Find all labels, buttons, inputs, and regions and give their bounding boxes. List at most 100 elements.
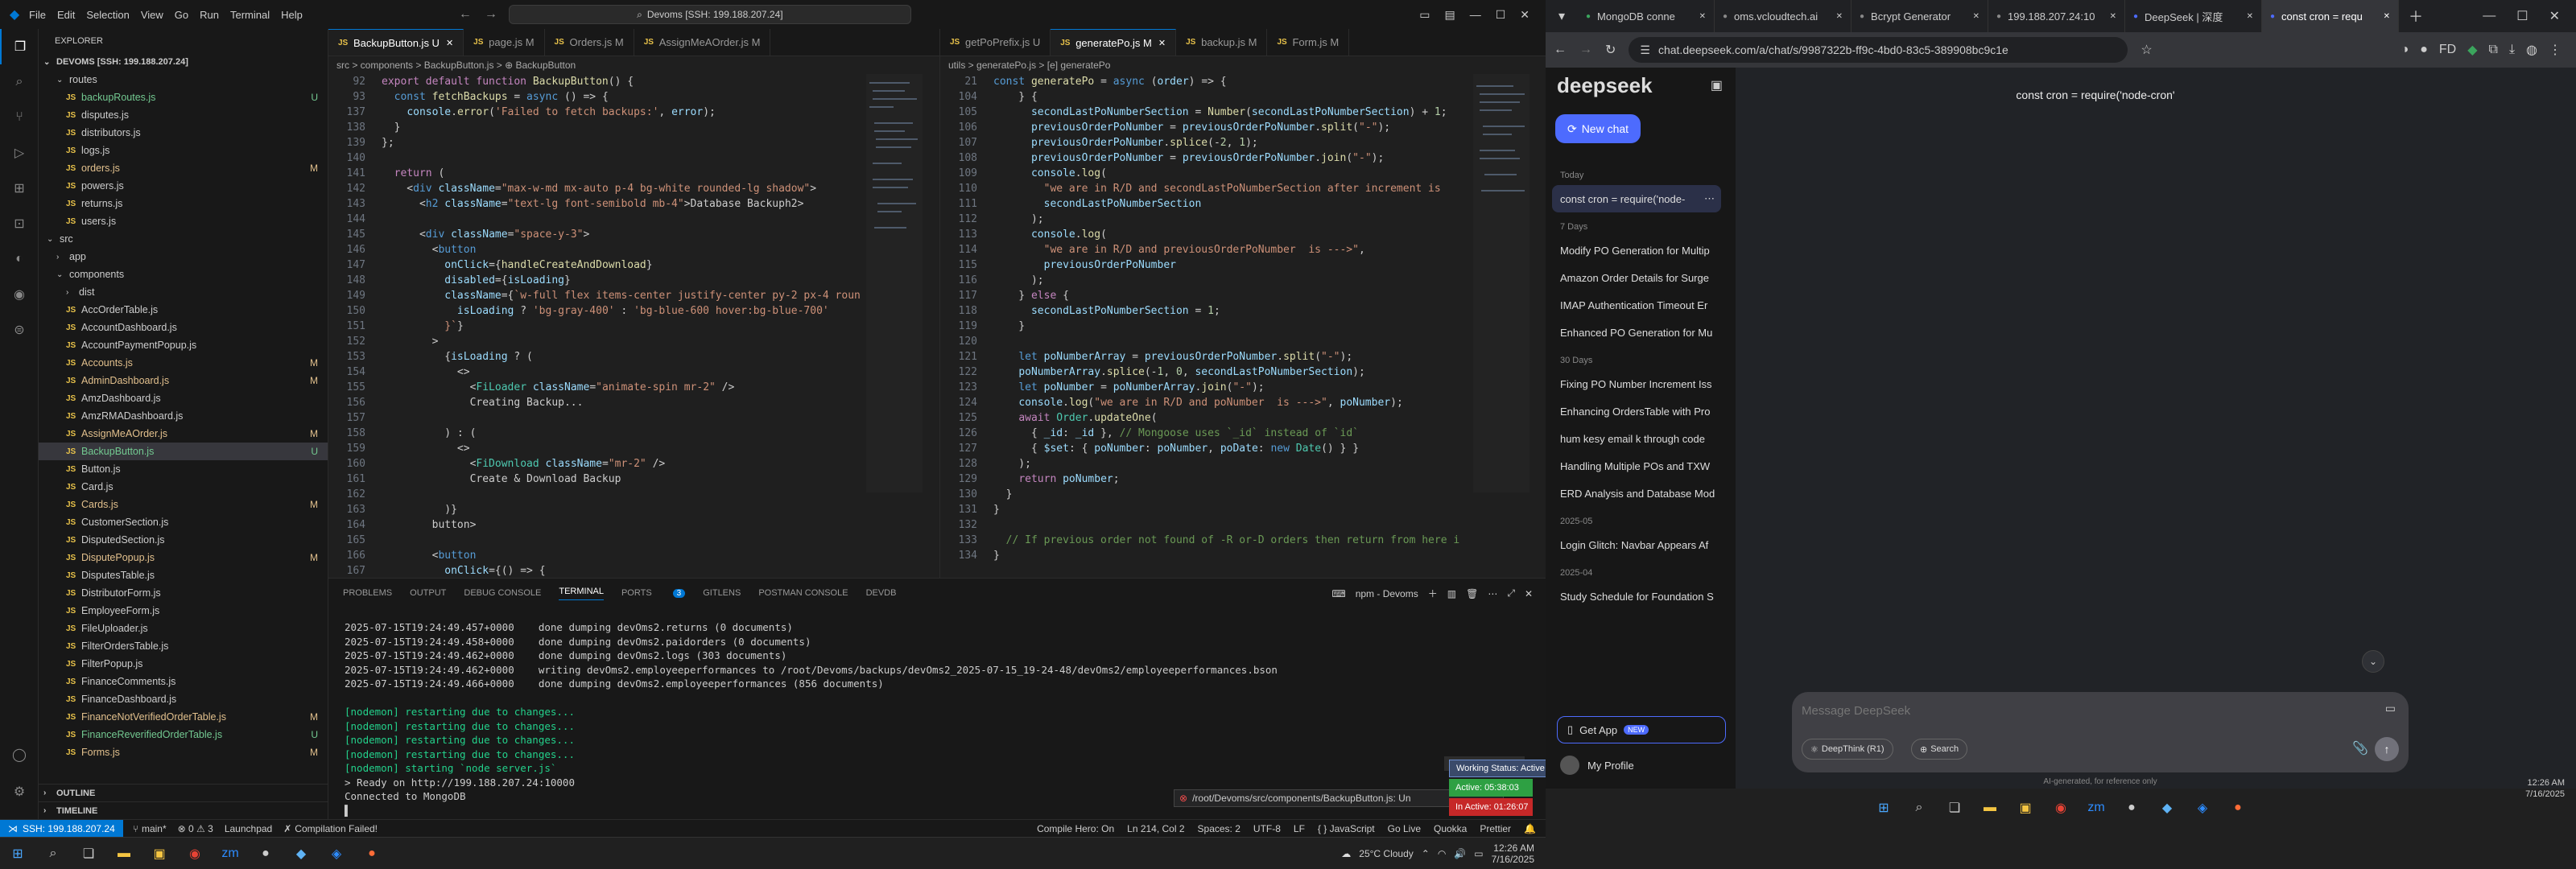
remote-indicator[interactable]: ⋊ SSH: 199.188.207.24 xyxy=(0,819,123,838)
menu-run[interactable]: Run xyxy=(200,9,219,21)
file-item[interactable]: JS FinanceComments.js xyxy=(39,673,328,690)
file-item[interactable]: JS BackupButton.js U xyxy=(39,443,328,460)
file-item[interactable]: JS AdminDashboard.js M xyxy=(39,372,328,389)
weather-text[interactable]: 25°C Cloudy xyxy=(1359,848,1414,859)
language-mode[interactable]: { } JavaScript xyxy=(1318,823,1375,834)
chat-history-item[interactable]: IMAP Authentication Timeout Er xyxy=(1546,291,1715,319)
maximize-panel-icon[interactable]: ⤢ xyxy=(1507,587,1515,599)
tab-search-icon[interactable]: ▾ xyxy=(1546,2,1578,31)
profile-icon[interactable]: ◍ xyxy=(2526,42,2537,58)
download-icon[interactable]: ⤓ xyxy=(2509,43,2515,57)
store-icon[interactable]: ▣ xyxy=(2011,793,2040,822)
extensions-icon[interactable]: ⊞ xyxy=(0,171,39,206)
browser-tab[interactable]: ● Bcrypt Generator ✕ xyxy=(1852,0,1988,32)
editor-tab[interactable]: JS BackupButton.js U ✕ xyxy=(328,29,464,56)
right-code-editor[interactable]: 21 const generatePo = async (order) => {1… xyxy=(940,74,1546,563)
file-item[interactable]: JS DisputesTable.js xyxy=(39,566,328,584)
chat-history-item[interactable]: Handling Multiple POs and TXW xyxy=(1546,452,1715,480)
toggle-panel-icon[interactable]: ▭ xyxy=(1419,8,1430,22)
panel-tab-debug-console[interactable]: DEBUG CONSOLE xyxy=(464,588,541,598)
clock[interactable]: 12:26 AM 7/16/2025 xyxy=(1492,842,1534,865)
close-tab-icon[interactable]: ✕ xyxy=(2110,12,2116,21)
get-app-button[interactable]: ▯ Get App NEW xyxy=(1557,716,1726,743)
app-icon[interactable]: ◆ xyxy=(287,839,316,868)
browser-tab[interactable]: ● 199.188.207.24:10 ✕ xyxy=(1988,0,2125,32)
task-view-icon[interactable]: ❏ xyxy=(74,839,103,868)
store-icon[interactable]: ▣ xyxy=(145,839,174,868)
zoom-icon[interactable]: zm xyxy=(2082,793,2111,822)
branch-label[interactable]: main* xyxy=(142,823,167,834)
chat-history-item[interactable]: Modify PO Generation for Multip xyxy=(1546,237,1715,264)
folder-item[interactable]: ⌄ src xyxy=(39,230,328,248)
chat-history-item[interactable]: Study Schedule for Foundation S xyxy=(1546,583,1715,610)
gitlens-icon[interactable]: ◐ xyxy=(0,241,39,277)
close-panel-icon[interactable]: ✕ xyxy=(1525,588,1533,599)
chat-history-item[interactable]: const cron = require('node- ⋯ xyxy=(1552,185,1721,212)
terminal-name[interactable]: npm - Devoms xyxy=(1356,588,1418,599)
panel-tab-problems[interactable]: PROBLEMS xyxy=(343,588,392,598)
minimize-icon[interactable]: — xyxy=(2483,9,2496,23)
file-item[interactable]: JS backupRoutes.js U xyxy=(39,89,328,106)
workspace-root[interactable]: ⌄ DEVOMS [SSH: 199.188.207.24] xyxy=(39,53,328,71)
clock-right[interactable]: 12:26 AM 7/16/2025 xyxy=(2525,777,2565,800)
menu-selection[interactable]: Selection xyxy=(86,9,129,21)
extension-icon[interactable]: ● xyxy=(2420,43,2428,57)
file-item[interactable]: JS AssignMeAOrder.js M xyxy=(39,425,328,443)
file-item[interactable]: JS AmzDashboard.js xyxy=(39,389,328,407)
menu-view[interactable]: View xyxy=(141,9,163,21)
search-toggle[interactable]: ⊕ Search xyxy=(1911,739,1968,760)
new-terminal-icon[interactable]: ＋ xyxy=(1428,587,1438,600)
wifi-icon[interactable]: ◠ xyxy=(1438,848,1446,859)
my-profile[interactable]: My Profile xyxy=(1557,752,1634,779)
bell-icon[interactable]: 🔔 xyxy=(1524,823,1536,834)
battery-icon[interactable]: ▭ xyxy=(1474,848,1483,859)
github-icon[interactable]: ● xyxy=(251,839,280,868)
editor-tab[interactable]: JS AssignMeAOrder.js M xyxy=(634,29,771,56)
panel-tab-output[interactable]: OUTPUT xyxy=(410,588,446,598)
taskbar-search-icon[interactable]: ⌕ xyxy=(39,839,68,868)
close-tab-icon[interactable]: ✕ xyxy=(1836,12,1843,21)
problems-count[interactable]: ⊗ 0 ⚠ 3 xyxy=(178,823,213,834)
browser-tab[interactable]: ● MongoDB conne ✕ xyxy=(1578,0,1715,32)
file-item[interactable]: JS FinanceReverifiedOrderTable.js U xyxy=(39,726,328,743)
tray-chevron-icon[interactable]: ⌃ xyxy=(1422,848,1430,859)
panel-tab-postman-console[interactable]: POSTMAN CONSOLE xyxy=(758,588,848,598)
timeline-section[interactable]: › TIMELINE xyxy=(39,801,328,819)
windows-start-icon[interactable]: ⊞ xyxy=(1869,793,1898,822)
extension-icon[interactable]: ◑ xyxy=(2401,43,2409,57)
panel-tab-devdb[interactable]: DEVDB xyxy=(866,588,897,598)
folder-item[interactable]: ⌄ components xyxy=(39,266,328,283)
maximize-icon[interactable]: ☐ xyxy=(2516,8,2528,24)
file-item[interactable]: JS Accounts.js M xyxy=(39,354,328,372)
message-input[interactable] xyxy=(1802,700,2285,721)
chat-history-item[interactable]: Enhanced PO Generation for Mu xyxy=(1546,319,1715,346)
panel-tab-terminal[interactable]: TERMINAL xyxy=(559,587,604,600)
go-live[interactable]: Go Live xyxy=(1388,823,1421,834)
send-button[interactable]: ↑ xyxy=(2375,737,2399,761)
forward-arrow-icon[interactable]: → xyxy=(485,7,497,22)
postman-icon[interactable]: ◉ xyxy=(0,277,39,312)
file-item[interactable]: JS logs.js xyxy=(39,142,328,159)
attach-box-icon[interactable]: ▭ xyxy=(2385,702,2396,715)
chat-history-item[interactable]: Login Glitch: Navbar Appears Af xyxy=(1546,531,1715,558)
launchpad[interactable]: Launchpad xyxy=(225,823,272,834)
reload-icon[interactable]: ↻ xyxy=(1605,42,1616,58)
close-tab-icon[interactable]: ✕ xyxy=(446,38,453,48)
remote-explorer-icon[interactable]: ⊡ xyxy=(0,206,39,241)
file-item[interactable]: JS FilterOrdersTable.js xyxy=(39,637,328,655)
file-item[interactable]: JS AccountDashboard.js xyxy=(39,319,328,336)
file-item[interactable]: JS distributors.js xyxy=(39,124,328,142)
more-options-icon[interactable]: ⋯ xyxy=(1704,192,1715,205)
panel-tab-gitlens[interactable]: GITLENS xyxy=(703,588,741,598)
accounts-icon[interactable]: ◯ xyxy=(0,737,39,772)
command-search[interactable]: ⌕ Devoms [SSH: 199.188.207.24] xyxy=(508,5,911,24)
layout-icon[interactable]: ▤ xyxy=(1444,8,1455,22)
github-icon[interactable]: ● xyxy=(2117,793,2146,822)
scroll-down-icon[interactable]: ⌄ xyxy=(2362,650,2384,673)
menu-file[interactable]: File xyxy=(29,9,46,21)
extension-icon[interactable]: FD xyxy=(2439,43,2456,57)
minimap[interactable] xyxy=(866,74,923,492)
browser-tab[interactable]: ● DeepSeek | 深度 ✕ xyxy=(2125,0,2262,32)
quokka[interactable]: Quokka xyxy=(1434,823,1467,834)
compile-hero[interactable]: Compile Hero: On xyxy=(1037,823,1114,834)
